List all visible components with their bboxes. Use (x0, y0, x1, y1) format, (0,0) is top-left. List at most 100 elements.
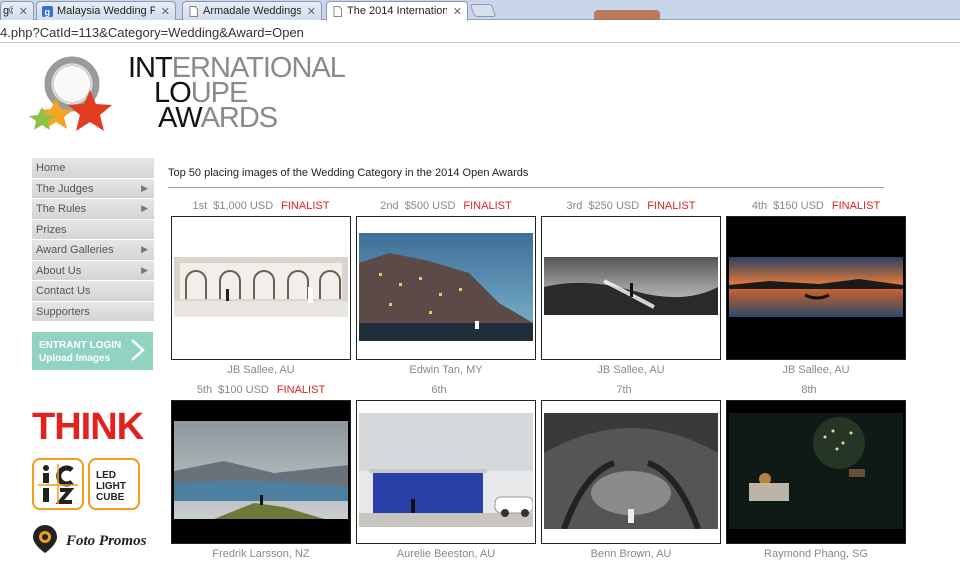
photographer-credit: JB Sallee, AU (782, 364, 850, 376)
prize-label: $100 USD (218, 384, 269, 396)
place-label: 2nd (380, 200, 399, 212)
sidebar-nav: Home The Judges ▶ The Rules ▶ Prizes Award… (32, 158, 154, 322)
place-label: 3rd (566, 200, 583, 212)
photo-thumbnail[interactable] (726, 400, 906, 544)
photo-image (359, 233, 533, 341)
place-label: 1st (192, 200, 208, 212)
place-label: 4th (751, 200, 768, 212)
prize-label: $250 USD (588, 200, 640, 212)
browser-tab-active[interactable]: The 2014 International Lo ✕ (326, 1, 468, 21)
ic12-sponsor-logo[interactable] (32, 458, 84, 510)
place-label: 7th (616, 384, 632, 396)
prize-label: $150 USD (773, 200, 824, 212)
photo-image (544, 413, 718, 529)
tab-close-icon[interactable]: ✕ (19, 5, 28, 18)
map-pin-camera-icon (33, 525, 57, 553)
place-label: 8th (801, 384, 817, 396)
nav-item-judges[interactable]: The Judges ▶ (32, 178, 154, 199)
photo-thumbnail[interactable] (541, 216, 721, 360)
foto-promos-sponsor-logo[interactable]: Foto Promos (32, 524, 158, 556)
gallery-entry: 5th $100 USD FINALIST Fredrik Larsson, NZ (171, 384, 351, 560)
photo-thumbnail[interactable] (356, 400, 536, 544)
nav-label: Supporters (36, 305, 90, 318)
nav-item-supporters[interactable]: Supporters (32, 301, 154, 322)
tab-close-icon[interactable]: ✕ (307, 5, 316, 18)
page-heading: Top 50 placing images of the Wedding Cat… (168, 167, 529, 179)
url-text: 4.php?CatId=113&Category=Wedding&Award=O… (0, 25, 304, 40)
place-label: 5th (196, 384, 213, 396)
finalist-badge: FINALIST (647, 200, 696, 212)
tab-close-icon[interactable]: ✕ (161, 5, 170, 18)
new-tab-button[interactable] (469, 4, 497, 17)
gallery-entry: 8th Raymond Phang, SG (726, 384, 906, 560)
tab-label: The 2014 International Lo (347, 5, 447, 17)
google-plus-favicon-icon: g (42, 6, 53, 17)
nav-label: Home (36, 162, 66, 174)
nav-label: The Judges (36, 182, 94, 195)
nav-label: Prizes (36, 223, 67, 236)
browser-tab[interactable]: Armadale Weddings + Edi ✕ (182, 1, 322, 20)
place-label: 6th (431, 384, 447, 396)
address-bar[interactable]: 4.php?CatId=113&Category=Wedding&Award=O… (0, 21, 960, 43)
nav-item-prizes[interactable]: Prizes (32, 219, 154, 240)
photographer-credit: JB Sallee, AU (227, 364, 295, 376)
gallery-entry: 1st $1,000 USD FINALIST JB Sallee, AU (171, 200, 351, 376)
photographer-credit: Fredrik Larsson, NZ (212, 548, 310, 560)
browser-tab[interactable]: g© ✕ (0, 1, 34, 20)
magnifier-stars-icon (29, 56, 112, 131)
tab-label: g© (3, 5, 13, 17)
photo-thumbnail[interactable] (171, 400, 351, 544)
submenu-arrow-icon: ▶ (141, 203, 148, 213)
entrant-login-button[interactable]: ENTRANT LOGIN Upload Images (32, 332, 153, 370)
submenu-arrow-icon: ▶ (141, 264, 148, 275)
gallery-entry: 7th Benn Brown, AU (541, 384, 721, 560)
photographer-credit: Edwin Tan, MY (409, 364, 483, 376)
gallery-entry: 2nd $500 USD FINALIST Edwin Tan, MY (356, 200, 536, 376)
nav-item-home[interactable]: Home (32, 158, 154, 179)
nav-item-rules[interactable]: The Rules ▶ (32, 199, 154, 220)
photo-thumbnail[interactable] (356, 216, 536, 360)
nav-label: The Rules (36, 203, 87, 215)
photo-image (174, 257, 348, 317)
led-text: LED (96, 470, 116, 481)
nav-label: Award Galleries (36, 244, 114, 256)
think-sponsor-logo[interactable]: THINK (32, 408, 144, 446)
ic12-icon (38, 464, 78, 504)
photo-image (729, 413, 903, 529)
nav-item-award-galleries[interactable]: Award Galleries ▶ (32, 240, 154, 261)
finalist-badge: FINALIST (463, 200, 512, 212)
gallery-entry: 3rd $250 USD FINALIST JB Sallee, AU (541, 200, 721, 376)
prize-label: $1,000 USD (213, 200, 274, 212)
finalist-badge: FINALIST (281, 200, 330, 212)
photographer-credit: Raymond Phang, SG (764, 548, 868, 560)
gallery-entry: 6th Aurelie Beeston, AU (356, 384, 536, 560)
photo-thumbnail[interactable] (171, 216, 351, 360)
photo-image (729, 257, 903, 317)
photo-thumbnail[interactable] (541, 400, 721, 544)
foto-promos-text: Foto Promos (66, 533, 147, 549)
heading-divider (168, 187, 884, 188)
window-decoration (594, 10, 660, 20)
cube-text: CUBE (96, 492, 125, 503)
photographer-credit: JB Sallee, AU (597, 364, 665, 376)
page-favicon-icon (333, 6, 342, 17)
nav-item-about-us[interactable]: About Us ▶ (32, 260, 154, 281)
tab-close-icon[interactable]: ✕ (453, 5, 462, 18)
svg-text:g: g (45, 7, 51, 17)
led-light-cube-sponsor-logo[interactable]: LED LIGHT CUBE (88, 458, 140, 510)
site-logo[interactable]: INTERNATIONAL LOUPE AWARDS (28, 52, 346, 144)
nav-item-contact-us[interactable]: Contact Us (32, 281, 154, 302)
tab-label: Malaysia Wedding Photo (57, 5, 155, 17)
photographer-credit: Aurelie Beeston, AU (396, 548, 496, 560)
page-favicon-icon (189, 6, 198, 17)
finalist-badge: FINALIST (831, 200, 881, 212)
submenu-arrow-icon: ▶ (141, 244, 148, 254)
browser-tab-bar: g© ✕ g Malaysia Wedding Photo ✕ Armadale… (0, 0, 960, 21)
submenu-arrow-icon: ▶ (141, 182, 148, 193)
finalist-badge: FINALIST (276, 384, 326, 396)
photo-image (174, 421, 348, 519)
nav-label: About Us (36, 264, 82, 277)
browser-tab[interactable]: g Malaysia Wedding Photo ✕ (36, 1, 176, 20)
photo-thumbnail[interactable] (726, 216, 906, 360)
photographer-credit: Benn Brown, AU (590, 548, 672, 560)
